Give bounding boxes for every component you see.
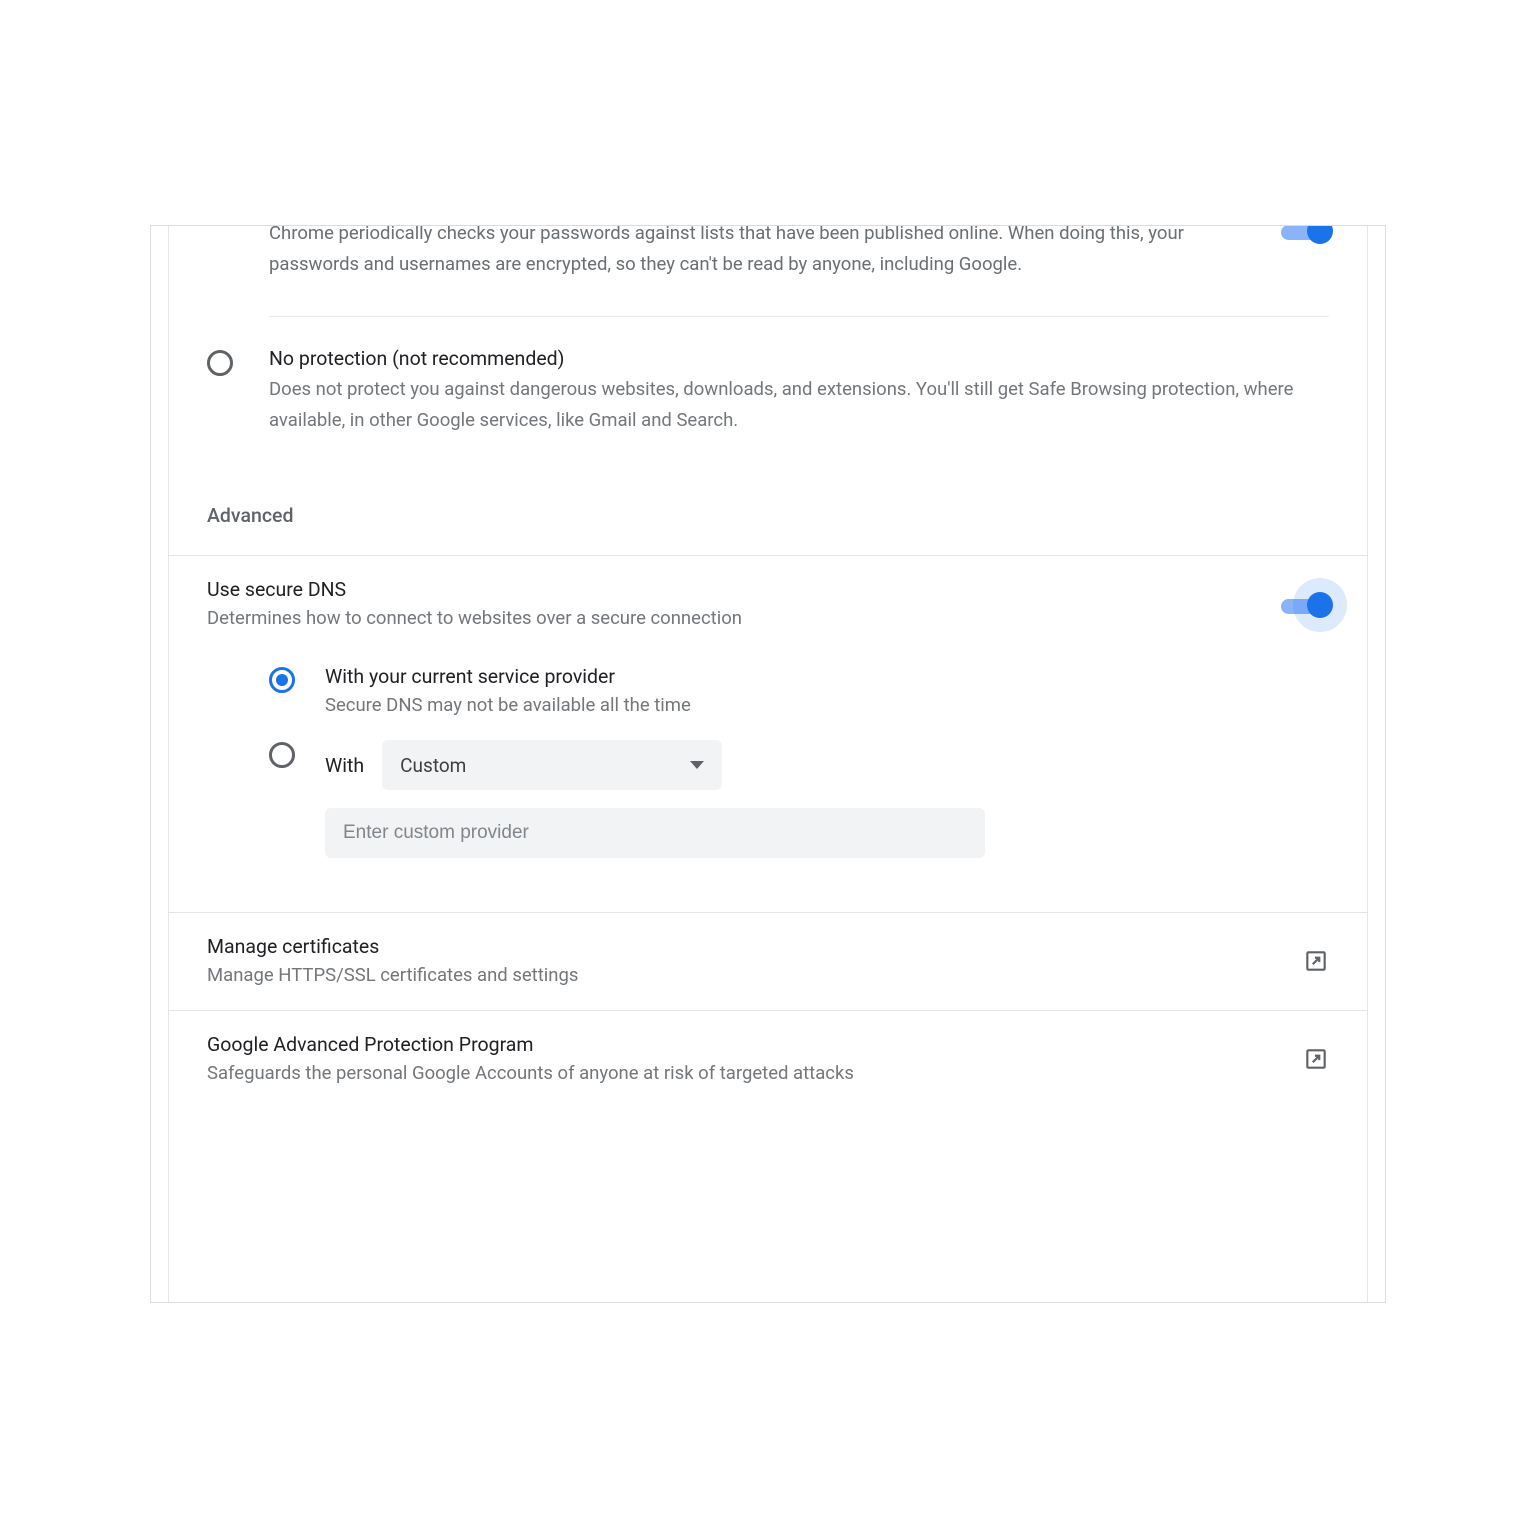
- open-external-icon: [1303, 1046, 1329, 1072]
- no-protection-row[interactable]: No protection (not recommended) Does not…: [169, 317, 1367, 476]
- password-check-description: Chrome periodically checks your password…: [269, 225, 1329, 280]
- password-check-toggle[interactable]: [1281, 225, 1331, 246]
- manage-certificates-title: Manage certificates: [207, 935, 578, 958]
- secure-dns-option-custom[interactable]: With Custom: [269, 740, 1329, 858]
- secure-dns-option-current[interactable]: With your current service provider Secur…: [269, 665, 1329, 716]
- secure-dns-custom-label: With: [325, 754, 364, 777]
- secure-dns-toggle[interactable]: [1281, 592, 1331, 620]
- no-protection-radio[interactable]: [207, 350, 233, 376]
- chevron-down-icon: [690, 761, 704, 769]
- open-external-icon: [1303, 948, 1329, 974]
- secure-dns-custom-radio[interactable]: [269, 742, 295, 768]
- advanced-section-header: Advanced: [169, 476, 1367, 556]
- secure-dns-description: Determines how to connect to websites ov…: [207, 607, 1329, 629]
- settings-viewport: Chrome periodically checks your password…: [150, 225, 1386, 1303]
- advanced-protection-row[interactable]: Google Advanced Protection Program Safeg…: [169, 1011, 1367, 1108]
- secure-dns-provider-select[interactable]: Custom: [382, 740, 722, 790]
- secure-dns-current-label: With your current service provider: [325, 665, 1329, 688]
- settings-panel: Chrome periodically checks your password…: [168, 226, 1368, 1302]
- secure-dns-current-sublabel: Secure DNS may not be available all the …: [325, 694, 1329, 716]
- no-protection-title: No protection (not recommended): [269, 347, 1329, 370]
- advanced-protection-title: Google Advanced Protection Program: [207, 1033, 854, 1056]
- secure-dns-options: With your current service provider Secur…: [269, 665, 1329, 858]
- secure-dns-row: Use secure DNS Determines how to connect…: [169, 556, 1367, 913]
- manage-certificates-description: Manage HTTPS/SSL certificates and settin…: [207, 964, 578, 986]
- secure-dns-current-radio[interactable]: [269, 667, 295, 693]
- advanced-protection-description: Safeguards the personal Google Accounts …: [207, 1062, 854, 1084]
- secure-dns-custom-input-wrapper[interactable]: [325, 808, 985, 858]
- secure-dns-provider-value: Custom: [400, 754, 466, 777]
- manage-certificates-row[interactable]: Manage certificates Manage HTTPS/SSL cer…: [169, 913, 1367, 1011]
- no-protection-description: Does not protect you against dangerous w…: [269, 374, 1329, 436]
- secure-dns-custom-input[interactable]: [343, 822, 967, 844]
- password-check-row: Chrome periodically checks your password…: [169, 225, 1367, 316]
- secure-dns-title: Use secure DNS: [207, 578, 1329, 601]
